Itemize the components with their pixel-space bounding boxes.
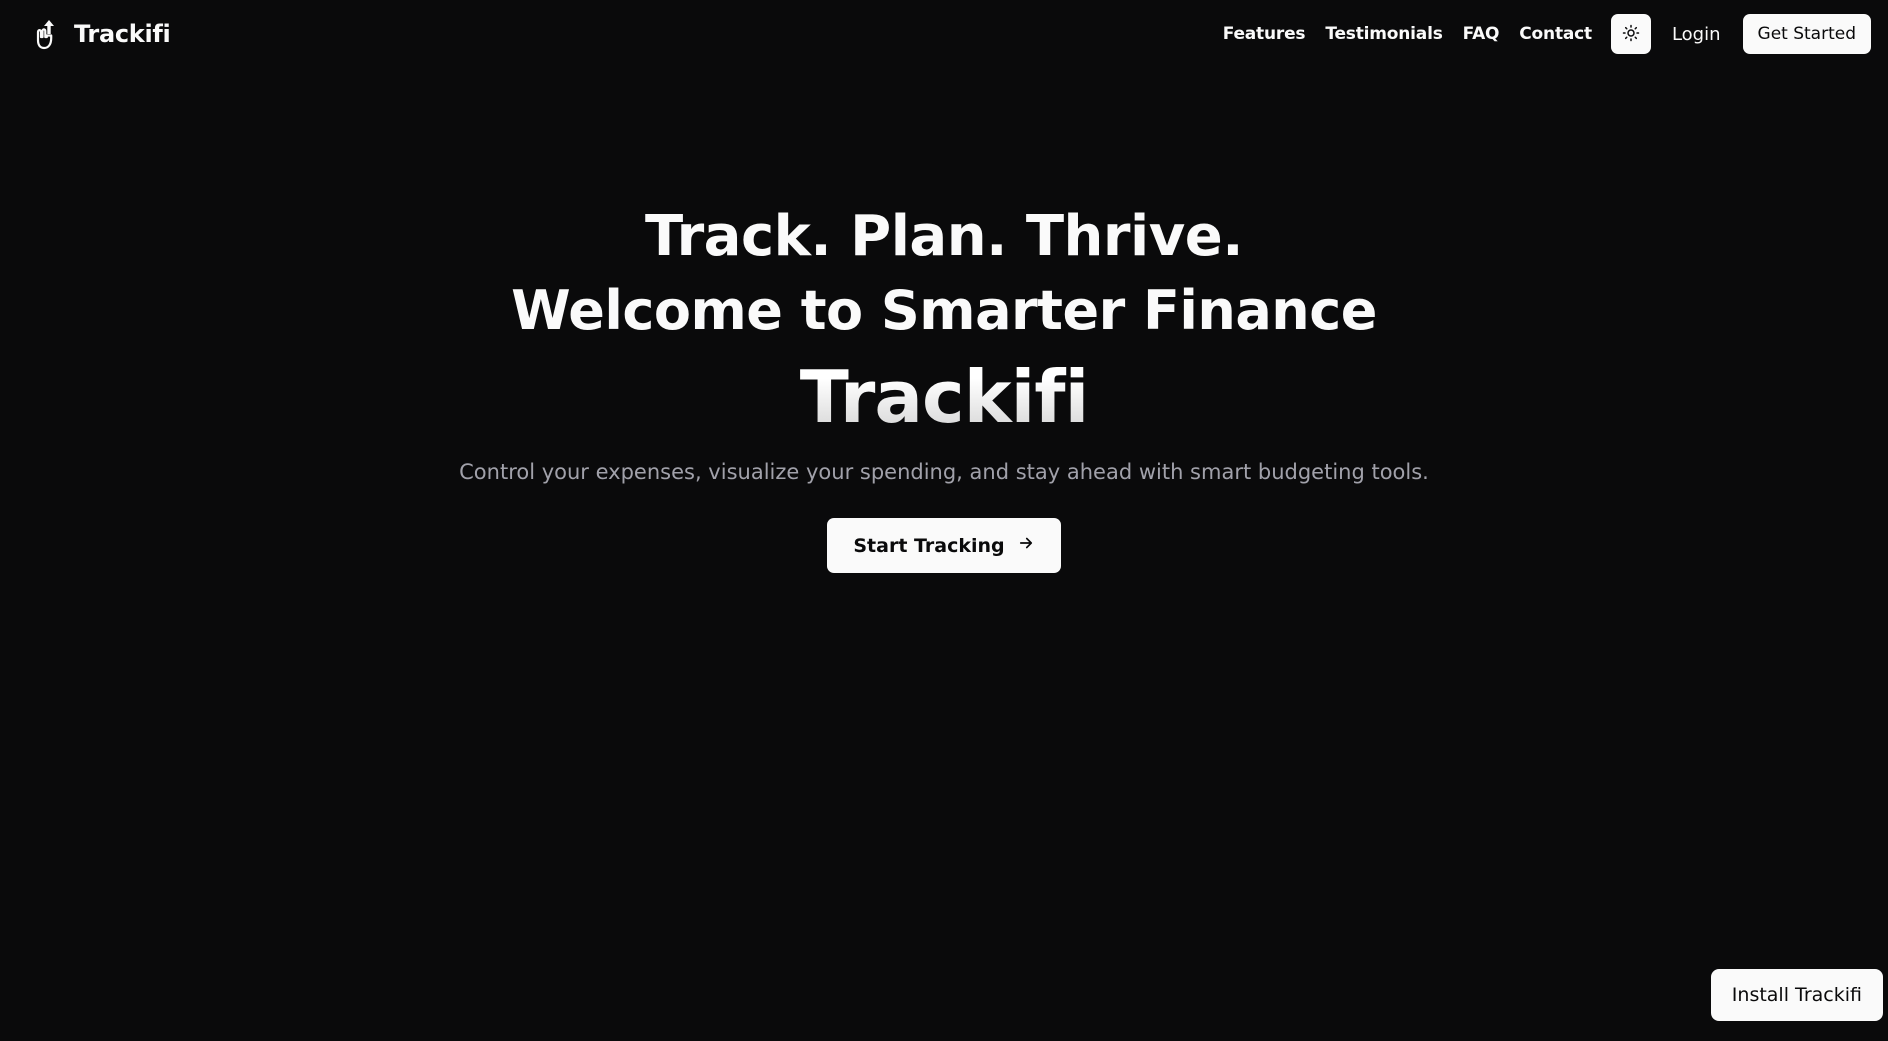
nav-link-features[interactable]: Features (1223, 24, 1306, 44)
get-started-button[interactable]: Get Started (1742, 14, 1871, 54)
start-tracking-label: Start Tracking (853, 534, 1005, 557)
nav-link-testimonials[interactable]: Testimonials (1325, 24, 1442, 44)
brand-home-link[interactable]: Trackifi (32, 17, 171, 51)
login-link[interactable]: Login (1672, 24, 1721, 45)
nav-link-contact[interactable]: Contact (1519, 24, 1592, 44)
brand-name: Trackifi (74, 20, 171, 48)
install-app-button[interactable]: Install Trackifi (1710, 969, 1883, 1021)
hero-subtitle: Control your expenses, visualize your sp… (459, 460, 1429, 484)
hero-section: Track. Plan. Thrive. Welcome to Smarter … (0, 200, 1888, 573)
nav-link-faq[interactable]: FAQ (1463, 24, 1500, 44)
hand-arrow-up-icon (32, 17, 60, 51)
start-tracking-button[interactable]: Start Tracking (827, 518, 1061, 573)
hero-headline-line-2: Welcome to Smarter Finance (511, 279, 1377, 342)
theme-toggle-button[interactable] (1610, 14, 1651, 54)
hero-headline-line-1: Track. Plan. Thrive. (645, 204, 1243, 269)
hero-brand-title: Trackifi (0, 352, 1888, 442)
nav-menu: Features Testimonials FAQ Contact Login … (1223, 14, 1871, 54)
sun-icon (1622, 24, 1640, 45)
arrow-right-icon (1017, 534, 1035, 557)
top-navbar: Trackifi Features Testimonials FAQ Conta… (0, 0, 1888, 68)
